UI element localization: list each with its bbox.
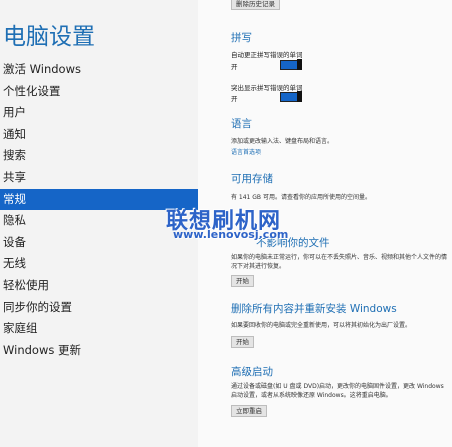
highlight-misspelled-toggle[interactable] <box>280 91 302 102</box>
storage-heading: 可用存储 <box>231 173 273 185</box>
storage-desc: 有 141 GB 可用。请查看你的应用所使用的空间量。 <box>231 194 371 201</box>
advanced-startup-desc: 通过设备或磁盘(如 U 盘或 DVD)启动，更改你的电脑固件设置，更改 Wind… <box>231 383 444 399</box>
sidebar-item-users[interactable]: 用户 <box>0 102 198 124</box>
sidebar-item-notifications[interactable]: 通知 <box>0 124 198 146</box>
language-heading: 语言 <box>231 118 252 130</box>
sidebar-item-wireless[interactable]: 无线 <box>0 253 198 275</box>
settings-title: 电脑设置 <box>3 24 95 50</box>
restart-now-button[interactable]: 立即重启 <box>231 405 267 417</box>
language-preferences-link[interactable]: 语言首选项 <box>231 147 261 156</box>
sidebar-item-ease-of-access[interactable]: 轻松使用 <box>0 275 198 297</box>
sidebar-item-activate-windows[interactable]: 激活 Windows <box>0 59 198 81</box>
toggle-thumb <box>297 59 302 70</box>
toggle-thumb <box>297 91 302 102</box>
auto-correct-state: 开 <box>231 63 238 71</box>
delete-history-button[interactable]: 删除历史记录 <box>231 0 280 10</box>
refresh-start-button[interactable]: 开始 <box>231 275 254 287</box>
spelling-heading: 拼写 <box>231 32 252 44</box>
refresh-desc: 如果你的电脑未正常运行，你可以在不丢失照片、音乐、视频和其他个人文件的情况下对其… <box>231 254 448 270</box>
watermark-url: www.lenovosj.com <box>173 228 289 241</box>
highlight-misspelled-state: 开 <box>231 95 238 103</box>
language-desc: 添加或更改输入法、键盘布局和语言。 <box>231 138 334 145</box>
sidebar-item-share[interactable]: 共享 <box>0 167 198 189</box>
sidebar-item-sync-settings[interactable]: 同步你的设置 <box>0 297 198 319</box>
sidebar-item-homegroup[interactable]: 家庭组 <box>0 318 198 340</box>
sidebar-item-windows-update[interactable]: Windows 更新 <box>0 340 198 362</box>
auto-correct-toggle[interactable] <box>280 59 302 70</box>
reset-start-button[interactable]: 开始 <box>231 336 254 348</box>
reset-heading: 删除所有内容并重新安装 Windows <box>231 303 397 315</box>
reset-desc: 如果要回收你的电脑或完全重新使用，可以将其初始化为出厂设置。 <box>231 322 412 329</box>
auto-correct-label: 自动更正拼写错误的单词 <box>231 51 303 59</box>
sidebar-item-search[interactable]: 搜索 <box>0 145 198 167</box>
sidebar-item-personalize[interactable]: 个性化设置 <box>0 81 198 103</box>
advanced-startup-heading: 高级启动 <box>231 366 273 378</box>
